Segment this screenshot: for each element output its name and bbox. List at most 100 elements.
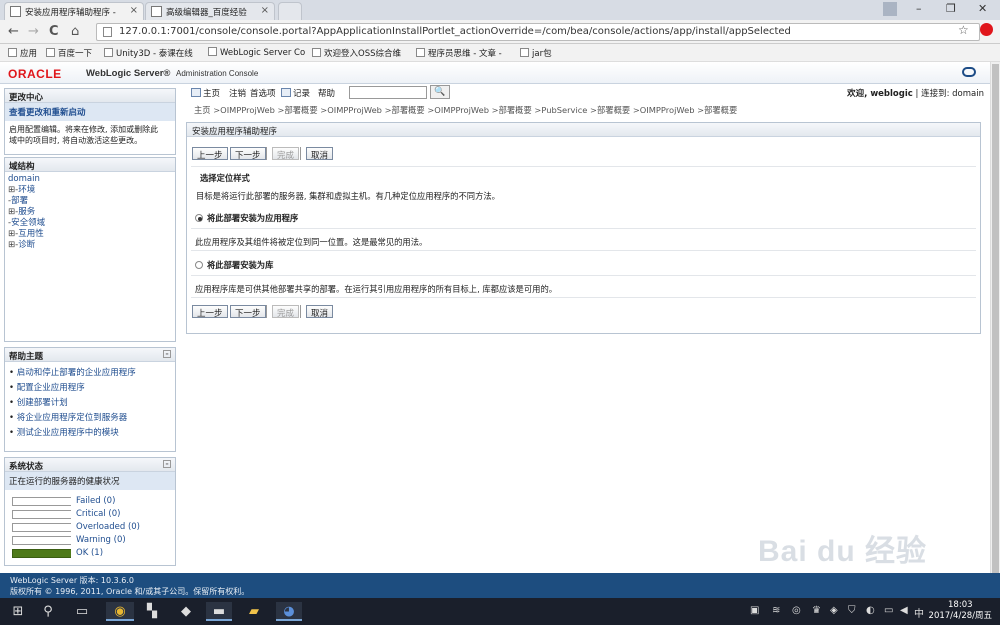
view-changes-link[interactable]: 查看更改和重新启动	[5, 103, 175, 121]
windows-start-icon[interactable]: ⊞	[8, 602, 28, 621]
blog-icon	[416, 48, 425, 57]
help-links: 启动和停止部署的企业应用程序 配置企业应用程序 创建部署计划 将企业应用程序定位…	[5, 362, 175, 445]
bookmark-unity3d[interactable]: Unity3D - 泰课在线	[104, 47, 193, 59]
terminal-icon[interactable]: ▬	[206, 602, 232, 621]
star-icon[interactable]: ☆	[958, 23, 969, 37]
restore-button[interactable]: ❐	[946, 2, 956, 15]
minimize-icon[interactable]: -	[163, 350, 171, 358]
record-link[interactable]: 记录	[281, 87, 310, 99]
wifi-icon[interactable]: ≋	[772, 605, 780, 616]
button-separator	[300, 147, 301, 160]
task-view-icon[interactable]: ▭	[72, 602, 92, 621]
domain-structure-title: 域结构	[5, 158, 175, 172]
bookmark-jar[interactable]: jar包	[520, 47, 552, 59]
bookmark-weblogic[interactable]: WebLogic Server Co	[208, 47, 305, 58]
option-install-as-app[interactable]: 将此部署安装为应用程序	[195, 212, 298, 224]
chrome-icon[interactable]: ◉	[106, 602, 134, 621]
logout-link[interactable]: 注销	[229, 87, 246, 99]
home-icon[interactable]: ⌂	[71, 24, 79, 39]
ime-icon[interactable]: 中	[914, 605, 924, 620]
search-input[interactable]	[349, 86, 427, 99]
app-icon[interactable]: ▚	[142, 602, 162, 621]
oracle-pill-icon	[962, 67, 976, 77]
page-scrollbar[interactable]	[990, 62, 1000, 598]
tree-item-diagnostics[interactable]: ⊞-诊断	[8, 240, 172, 251]
extension-icon[interactable]	[980, 23, 993, 36]
app-icon[interactable]: ◕	[276, 602, 302, 621]
radio-app[interactable]	[195, 214, 203, 222]
next-button[interactable]: 下一步	[230, 147, 266, 161]
install-wizard-panel: 安装应用程序辅助程序 上一步 下一步 完成 取消 选择定位样式 目标是将运行此部…	[186, 122, 981, 334]
tray-icon[interactable]: ◎	[792, 605, 801, 616]
back-button[interactable]: 上一步	[192, 147, 228, 161]
network-icon[interactable]: ▭	[884, 605, 893, 616]
help-topics-panel: 帮助主题- 启动和停止部署的企业应用程序 配置企业应用程序 创建部署计划 将企业…	[4, 347, 176, 452]
back-button[interactable]: 上一步	[192, 305, 228, 319]
folder-icon[interactable]: ▰	[244, 602, 264, 621]
health-row-warning: Warning (0)	[5, 533, 175, 546]
close-icon[interactable]: ×	[130, 5, 138, 16]
button-separator	[300, 305, 301, 318]
cube-icon[interactable]: ◆	[176, 602, 196, 621]
preferences-link[interactable]: 首选项	[250, 87, 276, 99]
help-link[interactable]: 创建部署计划	[9, 396, 171, 411]
reload-button[interactable]: C	[49, 24, 59, 39]
clock-time: 18:03	[948, 600, 973, 610]
help-link[interactable]: 配置企业应用程序	[9, 381, 171, 396]
minimize-icon[interactable]: -	[163, 460, 171, 468]
bookmark-baidu[interactable]: 百度一下	[46, 47, 92, 59]
close-window-button[interactable]: ✕	[978, 2, 987, 15]
forward-button[interactable]: →	[28, 24, 39, 39]
divider	[191, 228, 976, 229]
breadcrumb[interactable]: 主页 >OIMPProjWeb >部署概要 >OIMPProjWeb >部署概要…	[194, 104, 737, 116]
health-subtitle: 正在运行的服务器的健康状况	[5, 472, 175, 490]
tray-icon[interactable]: ▣	[750, 605, 759, 616]
divider	[191, 297, 976, 298]
cancel-button[interactable]: 取消	[306, 147, 334, 161]
system-status-panel: 系统状态 - 正在运行的服务器的健康状况 Failed (0) Critical …	[4, 457, 176, 566]
user-icon[interactable]	[883, 2, 897, 16]
radio-library[interactable]	[195, 261, 203, 269]
tree-item-environment[interactable]: ⊞-环境	[8, 185, 172, 196]
tray-icon[interactable]: ◐	[866, 605, 875, 616]
close-icon[interactable]: ×	[261, 5, 269, 16]
help-link[interactable]: 帮助	[318, 87, 335, 99]
help-link[interactable]: 测试企业应用程序中的模块	[9, 426, 171, 441]
search-icon[interactable]: ⚲	[38, 602, 58, 621]
bookmark-oss[interactable]: 欢迎登入OSS综合维	[312, 47, 401, 59]
tree-item-security-realms[interactable]: -安全领域	[8, 218, 172, 229]
home-link[interactable]: 主页	[191, 87, 220, 99]
shield-icon[interactable]: ◈	[830, 605, 838, 616]
finish-button[interactable]: 完成	[272, 147, 300, 161]
new-tab-button[interactable]	[278, 2, 302, 20]
health-bar	[12, 536, 71, 545]
url-input[interactable]: 127.0.0.1:7001/console/console.portal?Ap…	[96, 23, 980, 41]
bookmark-programmer[interactable]: 程序员思维 - 文章 -	[416, 47, 502, 59]
scrollbar-thumb[interactable]	[992, 64, 999, 584]
clock[interactable]: 18:03 2017/4/28/周五	[929, 600, 992, 622]
windows-taskbar: ⊞ ⚲ ▭ ◉ ▚ ◆ ▬ ▰ ◕ ▣ ≋ ◎ ♛ ◈ ⛉ ◐ ▭ ◀ 中 18…	[0, 598, 1000, 625]
page-info-icon[interactable]	[103, 27, 112, 37]
cancel-button[interactable]: 取消	[306, 305, 334, 319]
tree-item-interoperability[interactable]: ⊞-互用性	[8, 229, 172, 240]
shield-icon[interactable]: ⛉	[848, 605, 856, 616]
browser-tab-bar: 安装应用程序辅助程序 - × 高级编辑器_百度经验 × – ❐ ✕	[0, 0, 1000, 20]
help-link[interactable]: 将企业应用程序定位到服务器	[9, 411, 171, 426]
volume-icon[interactable]: ◀	[900, 605, 908, 616]
tree-item-services[interactable]: ⊞-服务	[8, 207, 172, 218]
back-button[interactable]: ←	[8, 24, 19, 39]
option-install-as-library[interactable]: 将此部署安装为库	[195, 259, 273, 271]
search-button[interactable]: 🔍	[430, 85, 450, 99]
change-center-text: 启用配置编辑。将来在修改, 添加或删除此 域中的项目时, 将自动激活这些更改。	[9, 125, 159, 145]
minimize-button[interactable]: –	[916, 2, 922, 15]
finish-button[interactable]: 完成	[272, 305, 300, 319]
tab-install-app[interactable]: 安装应用程序辅助程序 - ×	[4, 2, 144, 20]
help-link[interactable]: 启动和停止部署的企业应用程序	[9, 366, 171, 381]
tray-icon[interactable]: ♛	[812, 605, 821, 616]
tree-item-domain[interactable]: domain	[8, 174, 172, 185]
next-button[interactable]: 下一步	[230, 305, 266, 319]
tab-baidu-editor[interactable]: 高级编辑器_百度经验 ×	[145, 2, 275, 20]
tree-item-deployments[interactable]: -部署	[8, 196, 172, 207]
domain-tree: domain ⊞-环境 -部署 ⊞-服务 -安全领域 ⊞-互用性 ⊞-诊断	[5, 172, 175, 253]
bookmark-apps[interactable]: 应用	[8, 47, 37, 59]
